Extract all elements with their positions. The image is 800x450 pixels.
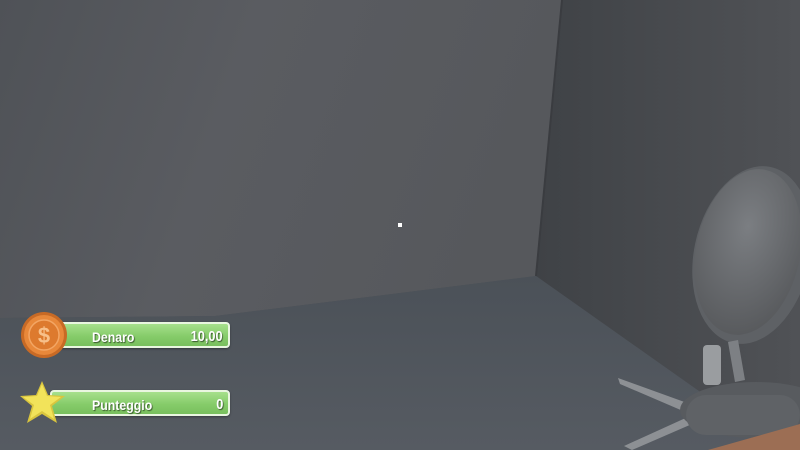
money-label: Denaro — [92, 329, 135, 345]
money-value: 10,00 — [191, 328, 223, 345]
star-icon — [20, 381, 65, 423]
crosshair — [398, 223, 402, 227]
money-display: Denaro 10,00 $ — [20, 310, 230, 360]
money-bar: Denaro 10,00 — [50, 322, 230, 348]
coin-dollar-icon: $ — [21, 312, 67, 358]
score-display: Punteggio 0 — [20, 378, 230, 428]
svg-text:$: $ — [38, 323, 50, 348]
score-label: Punteggio — [92, 397, 153, 413]
score-bar: Punteggio 0 — [50, 390, 230, 416]
score-value: 0 — [215, 396, 223, 413]
back-wall — [0, 0, 562, 318]
